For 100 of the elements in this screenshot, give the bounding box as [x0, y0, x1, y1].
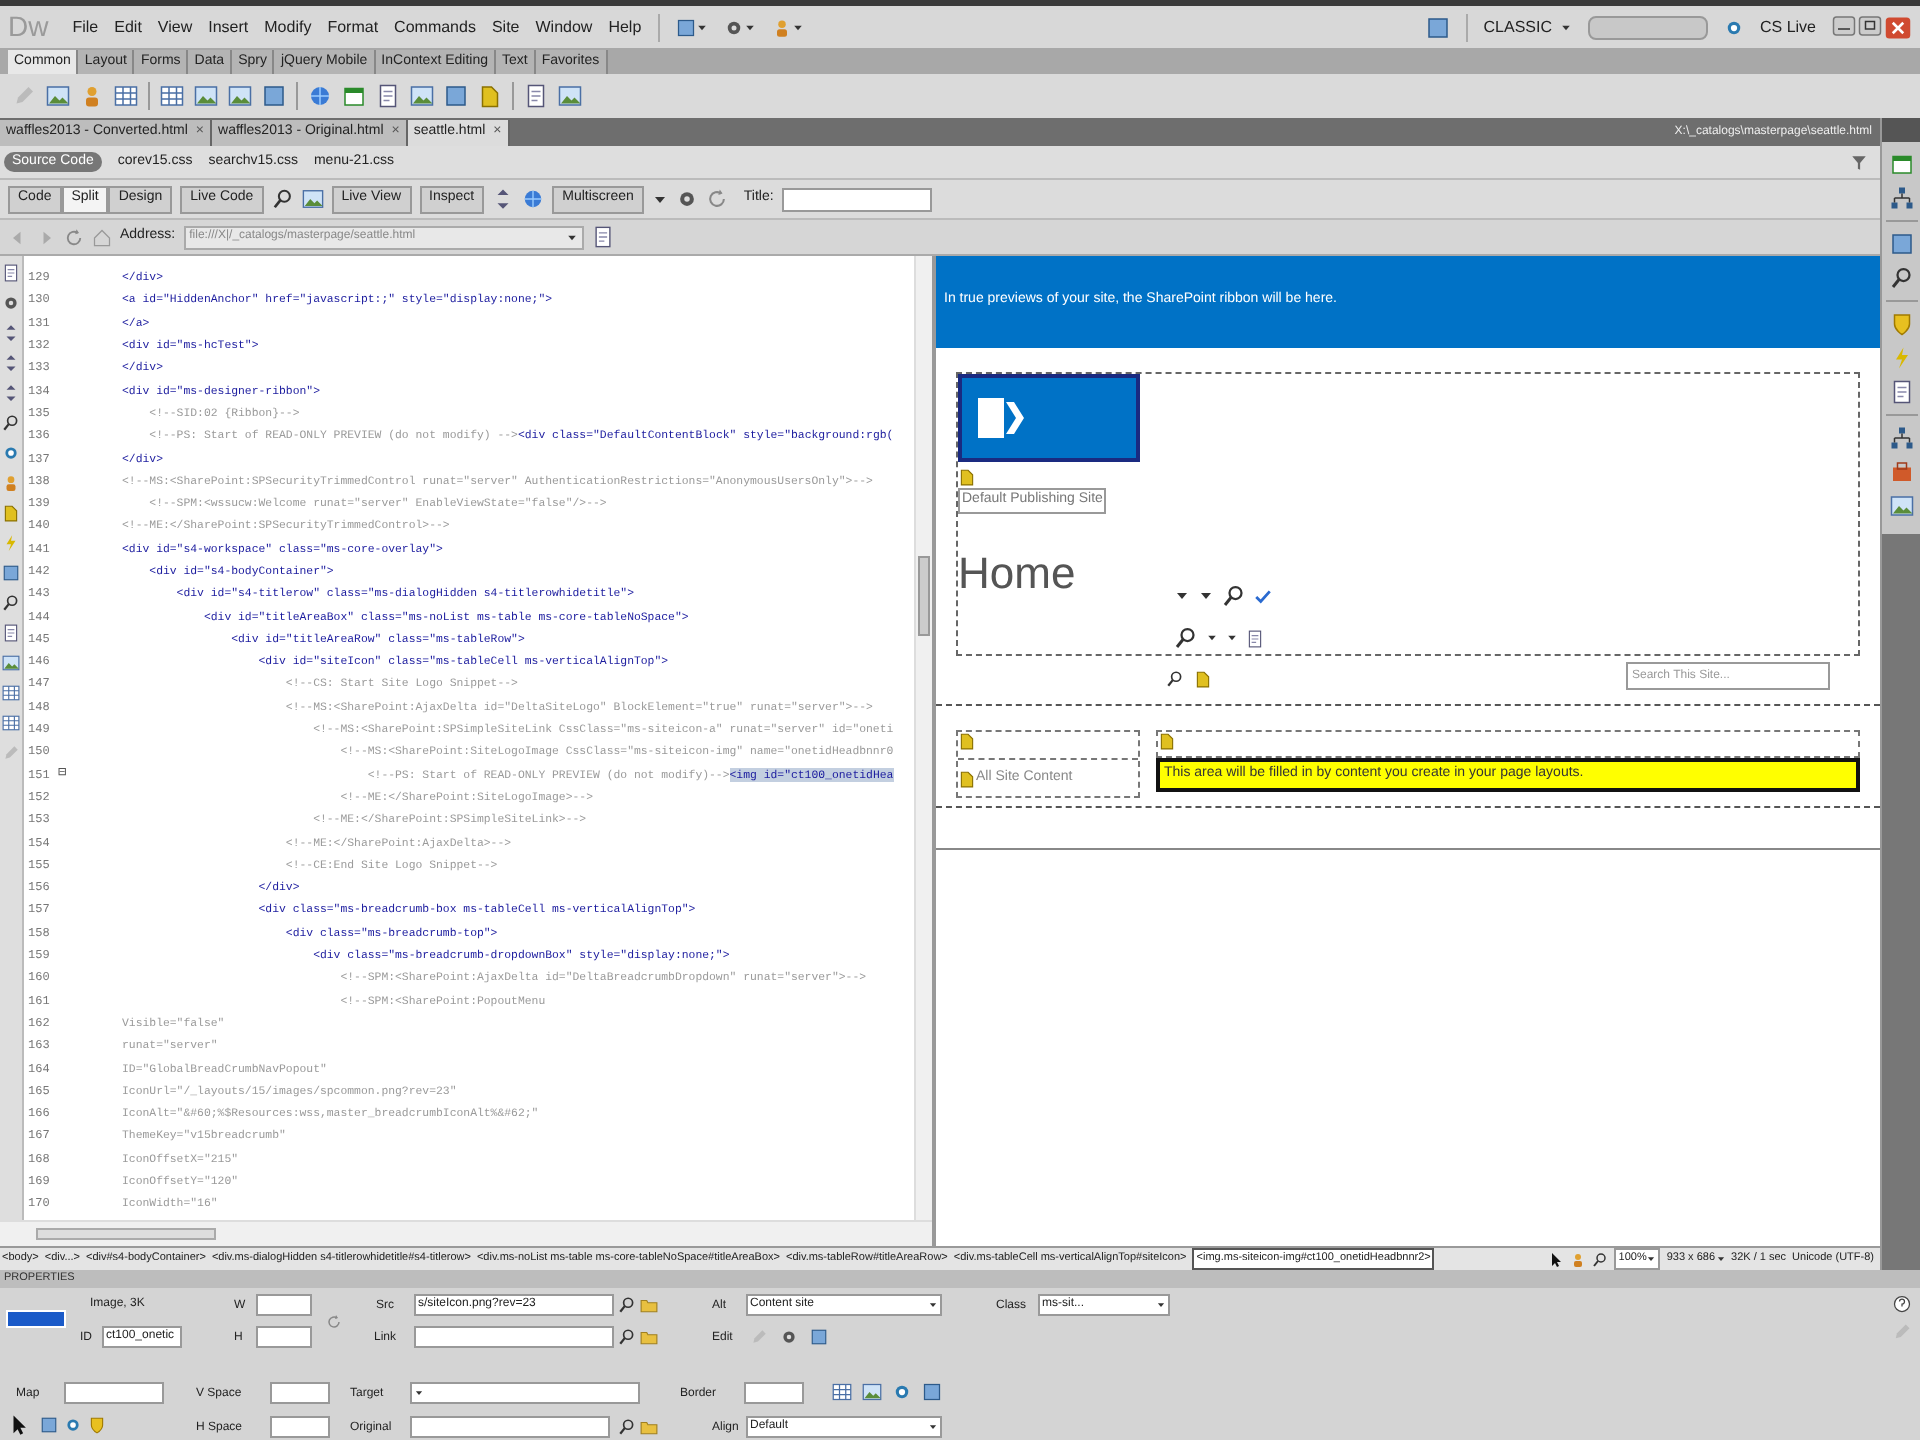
- search-icon[interactable]: [1166, 669, 1184, 687]
- image-icon[interactable]: [228, 84, 252, 108]
- caret-icon[interactable]: [1156, 1300, 1166, 1310]
- input-field[interactable]: [256, 1326, 312, 1348]
- input-field[interactable]: [64, 1382, 164, 1404]
- image-icon[interactable]: [1889, 494, 1913, 518]
- gear-icon[interactable]: [675, 188, 698, 210]
- close-icon[interactable]: [1884, 13, 1912, 41]
- globe-icon[interactable]: [522, 188, 545, 210]
- image-icon[interactable]: [301, 188, 324, 210]
- input-field[interactable]: [256, 1294, 312, 1316]
- input-field[interactable]: [744, 1382, 804, 1404]
- search-icon[interactable]: [2, 594, 20, 612]
- caret-icon[interactable]: [1559, 21, 1572, 33]
- minimize-icon[interactable]: [1832, 13, 1856, 37]
- menu-item[interactable]: File: [72, 15, 99, 39]
- help-icon[interactable]: [1892, 1294, 1912, 1314]
- table-icon[interactable]: [2, 684, 20, 702]
- caret-icon[interactable]: [928, 1422, 938, 1432]
- search-icon[interactable]: [1222, 584, 1246, 608]
- input-field[interactable]: [414, 1326, 614, 1348]
- tag-icon[interactable]: [2, 504, 20, 522]
- arrows-icon[interactable]: [2, 324, 20, 342]
- square-icon[interactable]: [444, 84, 468, 108]
- arrows-icon[interactable]: [2, 354, 20, 372]
- image-icon[interactable]: [558, 84, 582, 108]
- document-icon[interactable]: [2, 624, 20, 642]
- search-icon[interactable]: [271, 188, 294, 210]
- tag-icon[interactable]: [478, 84, 502, 108]
- image-icon[interactable]: [46, 84, 70, 108]
- workspace-switcher[interactable]: CLASSIC: [1483, 15, 1552, 39]
- search-icon[interactable]: [1592, 1251, 1609, 1267]
- menu-item[interactable]: Window: [535, 15, 593, 39]
- menu-item[interactable]: Edit: [114, 15, 142, 39]
- image-icon[interactable]: [410, 84, 434, 108]
- caret-icon[interactable]: [695, 21, 708, 33]
- ring-icon[interactable]: [1723, 17, 1744, 37]
- ring-icon[interactable]: [2, 444, 20, 462]
- caret-icon[interactable]: [928, 1300, 938, 1310]
- caret-icon[interactable]: [414, 1388, 424, 1398]
- refresh-icon[interactable]: [326, 1314, 342, 1330]
- pointer-icon[interactable]: [8, 1414, 30, 1436]
- document-icon[interactable]: [376, 84, 400, 108]
- table-icon[interactable]: [114, 84, 138, 108]
- caret-icon[interactable]: [651, 191, 668, 207]
- caret-icon[interactable]: [1715, 1254, 1726, 1264]
- square-icon[interactable]: [2, 564, 20, 582]
- menu-item[interactable]: View: [157, 15, 193, 39]
- image-icon[interactable]: [2, 654, 20, 672]
- sitemap-icon[interactable]: [1889, 426, 1913, 450]
- restore-icon[interactable]: [1858, 13, 1882, 37]
- search-icon[interactable]: [2, 414, 20, 432]
- menu-item[interactable]: Modify: [264, 15, 312, 39]
- search-icon[interactable]: [1174, 626, 1198, 650]
- table-icon[interactable]: [160, 84, 184, 108]
- menu-item[interactable]: Site: [491, 15, 520, 39]
- menu-item[interactable]: Format: [327, 15, 379, 39]
- caret-icon[interactable]: [743, 21, 756, 33]
- caret-icon[interactable]: [791, 21, 804, 33]
- title-field[interactable]: [781, 187, 932, 211]
- square-icon[interactable]: [1425, 15, 1450, 39]
- search-field[interactable]: [1587, 15, 1708, 39]
- scrollbar-thumb[interactable]: [918, 556, 930, 636]
- refresh-icon[interactable]: [705, 188, 728, 210]
- refresh-icon[interactable]: [64, 227, 84, 247]
- menu-item[interactable]: Commands: [394, 15, 476, 39]
- input-field[interactable]: [410, 1416, 610, 1438]
- shield-icon[interactable]: [88, 1416, 106, 1434]
- square-icon[interactable]: [40, 1416, 58, 1434]
- table-icon[interactable]: [2, 714, 20, 732]
- briefcase-icon[interactable]: [1889, 460, 1913, 484]
- search-icon[interactable]: [618, 1296, 636, 1314]
- square-icon[interactable]: [262, 84, 286, 108]
- document-icon[interactable]: [2, 264, 20, 282]
- square-icon[interactable]: [1889, 232, 1913, 256]
- square-icon[interactable]: [675, 17, 696, 37]
- calendar-icon[interactable]: [1889, 152, 1913, 176]
- person-icon[interactable]: [2, 474, 20, 492]
- document-icon[interactable]: [591, 226, 614, 248]
- shield-icon[interactable]: [1889, 312, 1913, 336]
- arrows-icon[interactable]: [2, 384, 20, 402]
- scrollbar-thumb[interactable]: [36, 1228, 216, 1240]
- pointer-icon[interactable]: [1548, 1251, 1565, 1267]
- document-icon[interactable]: [1889, 380, 1913, 404]
- caret-icon[interactable]: [565, 231, 578, 243]
- search-icon[interactable]: [618, 1328, 636, 1346]
- filter-icon[interactable]: [1850, 153, 1868, 171]
- sitemap-icon[interactable]: [1889, 186, 1913, 210]
- globe-icon[interactable]: [308, 84, 332, 108]
- search-icon[interactable]: [618, 1418, 636, 1436]
- cs-live-button[interactable]: CS Live: [1759, 15, 1816, 39]
- menu-item[interactable]: Insert: [208, 15, 249, 39]
- calendar-icon[interactable]: [342, 84, 366, 108]
- input-field[interactable]: [270, 1382, 330, 1404]
- gear-icon[interactable]: [2, 294, 20, 312]
- ring-icon[interactable]: [64, 1416, 82, 1434]
- input-field[interactable]: [270, 1416, 330, 1438]
- caret-icon[interactable]: [1646, 1254, 1657, 1264]
- document-icon[interactable]: [524, 84, 548, 108]
- image-icon[interactable]: [194, 84, 218, 108]
